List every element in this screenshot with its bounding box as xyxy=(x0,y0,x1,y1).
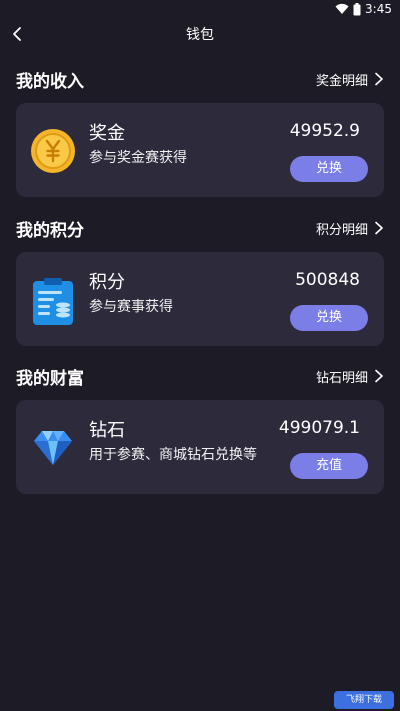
page-title: 钱包 xyxy=(186,27,214,43)
points-exchange-button[interactable]: 兑换 xyxy=(290,305,368,331)
bonus-exchange-button[interactable]: 兑换 xyxy=(290,156,368,182)
diamond-icon xyxy=(30,425,76,471)
status-bar: 3:45 xyxy=(0,0,400,20)
card-title: 钻石 xyxy=(89,420,125,441)
diamond-amount: 499079.1 xyxy=(278,418,360,438)
card-description: 参与赛事获得 xyxy=(89,299,173,315)
points-detail-link[interactable]: 积分明细 xyxy=(316,219,384,238)
section-header-income: 我的收入 奖金明细 xyxy=(16,66,384,92)
status-icons: 3:45 xyxy=(335,2,392,16)
section-link-label: 奖金明细 xyxy=(315,73,368,89)
bonus-amount: 49952.9 xyxy=(289,121,360,141)
chevron-right-icon xyxy=(374,369,384,383)
diamond-card: 钻石 用于参赛、商城钻石兑换等 499079.1 充值 xyxy=(16,400,384,494)
section-title: 我的财富 xyxy=(16,368,84,389)
section-header-wealth: 我的财富 钻石明细 xyxy=(16,363,384,389)
battery-icon xyxy=(353,2,361,16)
clipboard-points-icon xyxy=(30,277,76,325)
watermark-logo: 飞翔下载 xyxy=(334,691,394,709)
points-amount: 500848 xyxy=(295,270,360,290)
points-card: 积分 参与赛事获得 500848 兑换 xyxy=(16,252,384,346)
card-description: 参与奖金赛获得 xyxy=(89,150,187,166)
status-time: 3:45 xyxy=(365,2,392,16)
card-description: 用于参赛、商城钻石兑换等 xyxy=(89,447,257,463)
section-header-points: 我的积分 积分明细 xyxy=(16,215,384,241)
section-link-label: 积分明细 xyxy=(315,222,368,238)
bonus-detail-link[interactable]: 奖金明细 xyxy=(316,70,384,89)
bonus-card: 奖金 参与奖金赛获得 49952.9 兑换 xyxy=(16,103,384,197)
diamond-recharge-button[interactable]: 充值 xyxy=(290,453,368,479)
section-link-label: 钻石明细 xyxy=(315,370,368,386)
nav-bar: 钱包 xyxy=(0,20,400,48)
wifi-icon xyxy=(335,3,349,15)
chevron-right-icon xyxy=(374,72,384,86)
card-title: 奖金 xyxy=(89,123,125,144)
coin-yen-icon xyxy=(30,128,76,174)
diamond-detail-link[interactable]: 钻石明细 xyxy=(316,367,384,386)
section-title: 我的收入 xyxy=(16,71,84,92)
section-title: 我的积分 xyxy=(16,220,84,241)
card-title: 积分 xyxy=(89,272,125,293)
chevron-right-icon xyxy=(374,221,384,235)
